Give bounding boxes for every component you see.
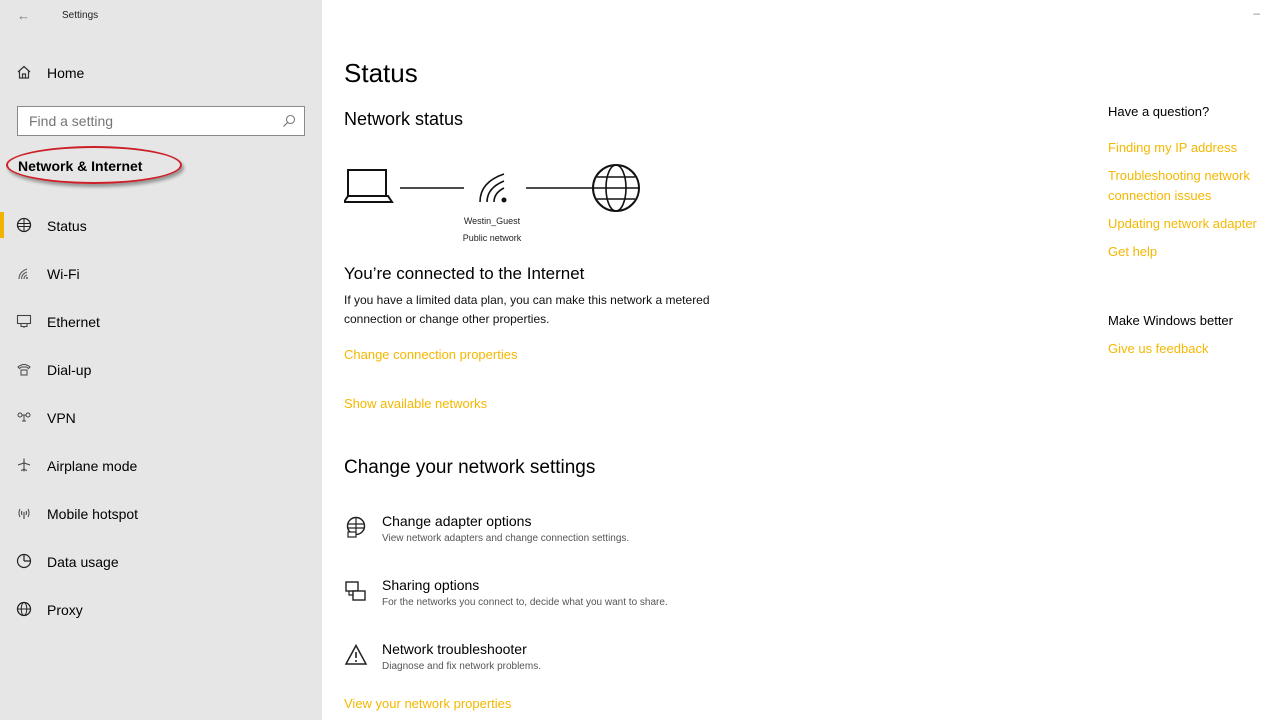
change-adapter-options[interactable]: Change adapter options View network adap… xyxy=(344,513,794,553)
warning-icon xyxy=(344,643,368,665)
related-links-panel: Have a question? Finding my IP address T… xyxy=(1108,0,1280,720)
option-title: Change adapter options xyxy=(382,513,532,529)
network-name: Westin_Guest xyxy=(463,216,521,226)
option-title: Network troubleshooter xyxy=(382,641,527,657)
home-icon xyxy=(17,65,31,79)
get-help-link[interactable]: Get help xyxy=(1108,242,1157,262)
search-icon[interactable] xyxy=(281,113,297,129)
view-network-properties-link[interactable]: View your network properties xyxy=(344,696,511,711)
sidebar-item-label: Dial-up xyxy=(47,362,92,378)
back-arrow-icon[interactable]: ← xyxy=(17,8,30,23)
sidebar-item-label: Data usage xyxy=(47,554,119,570)
title-bar: ← Settings xyxy=(0,0,322,34)
sidebar-item-dialup[interactable]: Dial-up xyxy=(0,354,322,384)
adapter-icon xyxy=(346,516,366,538)
question-heading: Have a question? xyxy=(1108,104,1210,119)
option-description: For the networks you connect to, decide … xyxy=(382,597,668,608)
connection-description: If you have a limited data plan, you can… xyxy=(344,293,710,326)
laptop-icon xyxy=(344,169,394,203)
search-input[interactable] xyxy=(18,107,268,135)
network-troubleshooter[interactable]: Network troubleshooter Diagnose and fix … xyxy=(344,641,794,681)
sidebar: ← Settings Home Network & Internet Statu… xyxy=(0,0,322,720)
wifi-icon xyxy=(18,268,28,280)
airplane-icon xyxy=(17,458,31,472)
ethernet-icon xyxy=(16,314,32,328)
sidebar-item-hotspot[interactable]: Mobile hotspot xyxy=(0,498,322,528)
sidebar-item-label: Mobile hotspot xyxy=(47,506,139,522)
updating-adapter-link[interactable]: Updating network adapter xyxy=(1108,214,1257,234)
troubleshooting-link[interactable]: Troubleshooting network connection issue… xyxy=(1108,166,1280,206)
change-settings-heading: Change your network settings xyxy=(344,457,596,478)
show-available-networks-link[interactable]: Show available networks xyxy=(344,396,487,411)
wifi-signal-icon xyxy=(479,173,507,203)
sidebar-item-data-usage[interactable]: Data usage xyxy=(0,546,322,576)
page-title: Status xyxy=(344,58,418,88)
sidebar-item-vpn[interactable]: VPN xyxy=(0,402,322,432)
sidebar-item-ethernet[interactable]: Ethernet xyxy=(0,306,322,336)
sidebar-item-proxy[interactable]: Proxy xyxy=(0,594,322,624)
sidebar-item-label: VPN xyxy=(47,410,76,426)
section-title: Network & Internet xyxy=(18,158,143,174)
sidebar-item-wifi[interactable]: Wi-Fi xyxy=(0,258,322,288)
sidebar-item-home[interactable]: Home xyxy=(0,60,322,88)
sidebar-item-status[interactable]: Status xyxy=(0,210,322,240)
proxy-globe-icon xyxy=(16,601,32,617)
sharing-icon xyxy=(345,581,366,601)
make-windows-better-heading: Make Windows better xyxy=(1108,313,1233,328)
sidebar-item-label: Wi-Fi xyxy=(47,266,80,282)
internet-globe-icon xyxy=(592,164,640,212)
hotspot-icon xyxy=(18,508,30,519)
search-box[interactable] xyxy=(17,106,305,136)
sidebar-item-label: Airplane mode xyxy=(47,458,138,474)
give-feedback-link[interactable]: Give us feedback xyxy=(1108,339,1208,359)
dialup-icon xyxy=(17,364,31,376)
network-status-heading: Network status xyxy=(344,109,464,129)
connected-heading: You’re connected to the Internet xyxy=(344,264,585,283)
vpn-icon xyxy=(17,412,31,422)
status-globe-icon xyxy=(16,217,32,233)
sharing-options[interactable]: Sharing options For the networks you con… xyxy=(344,577,794,617)
change-connection-properties-link[interactable]: Change connection properties xyxy=(344,347,517,362)
option-description: View network adapters and change connect… xyxy=(382,533,630,544)
sidebar-item-label: Status xyxy=(47,218,87,234)
sidebar-item-label: Home xyxy=(47,65,85,81)
sidebar-item-label: Ethernet xyxy=(47,314,100,330)
option-description: Diagnose and fix network problems. xyxy=(382,661,541,672)
data-usage-icon xyxy=(16,553,32,569)
option-title: Sharing options xyxy=(382,577,480,593)
sidebar-item-label: Proxy xyxy=(47,602,83,618)
sidebar-item-airplane[interactable]: Airplane mode xyxy=(0,450,322,480)
window-title: Settings xyxy=(62,10,99,21)
network-type: Public network xyxy=(462,233,522,243)
finding-ip-link[interactable]: Finding my IP address xyxy=(1108,138,1237,158)
